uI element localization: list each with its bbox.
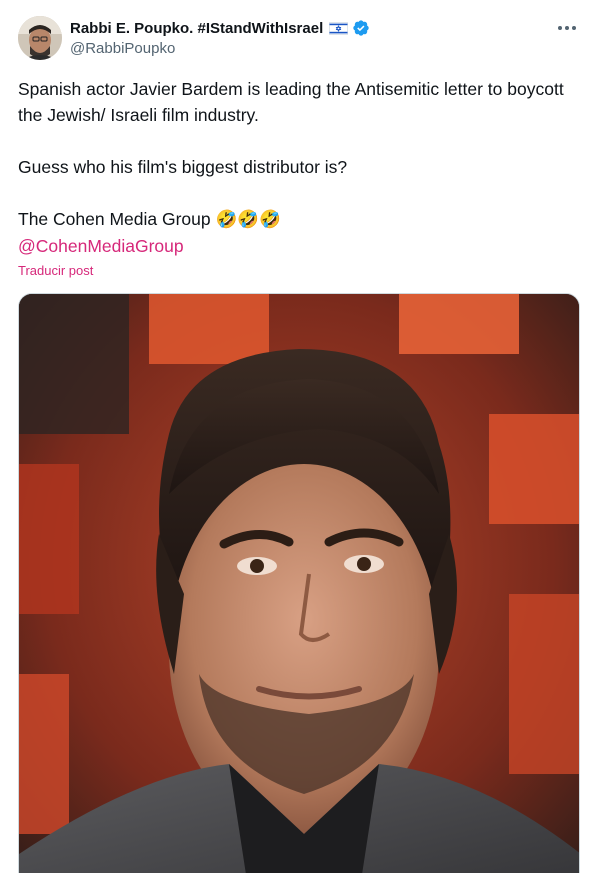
- translate-post-link[interactable]: Traducir post: [18, 263, 93, 278]
- tweet-card: Rabbi E. Poupko. #IStandWithIsrael @Rabb…: [0, 0, 599, 873]
- name-row: Rabbi E. Poupko. #IStandWithIsrael: [70, 18, 370, 38]
- tweet-paragraph-1: Spanish actor Javier Bardem is leading t…: [18, 79, 564, 125]
- avatar[interactable]: [18, 16, 62, 60]
- tweet-paragraph-2: Guess who his film's biggest distributor…: [18, 157, 348, 177]
- photo-image: [19, 294, 579, 873]
- mention-paragraph: @CohenMediaGroup: [18, 233, 578, 259]
- user-handle[interactable]: @RabbiPoupko: [70, 40, 370, 57]
- laughing-emoji-icon: 🤣🤣🤣: [215, 210, 281, 230]
- tweet-header: Rabbi E. Poupko. #IStandWithIsrael @Rabb…: [18, 14, 585, 62]
- mention-link[interactable]: @CohenMediaGroup: [18, 236, 184, 256]
- verified-badge-icon[interactable]: [352, 19, 370, 37]
- tweet-text: Spanish actor Javier Bardem is leading t…: [18, 76, 578, 259]
- user-meta: Rabbi E. Poupko. #IStandWithIsrael @Rabb…: [70, 18, 370, 57]
- avatar-image: [18, 16, 62, 60]
- israel-flag-icon: [329, 21, 349, 35]
- tweet-paragraph-3: The Cohen Media Group 🤣🤣🤣: [18, 206, 578, 233]
- tweet-paragraph-3-text: The Cohen Media Group: [18, 209, 216, 229]
- more-options-icon[interactable]: [555, 18, 579, 38]
- tweet-media-photo[interactable]: [18, 293, 580, 873]
- display-name[interactable]: Rabbi E. Poupko. #IStandWithIsrael: [70, 20, 323, 37]
